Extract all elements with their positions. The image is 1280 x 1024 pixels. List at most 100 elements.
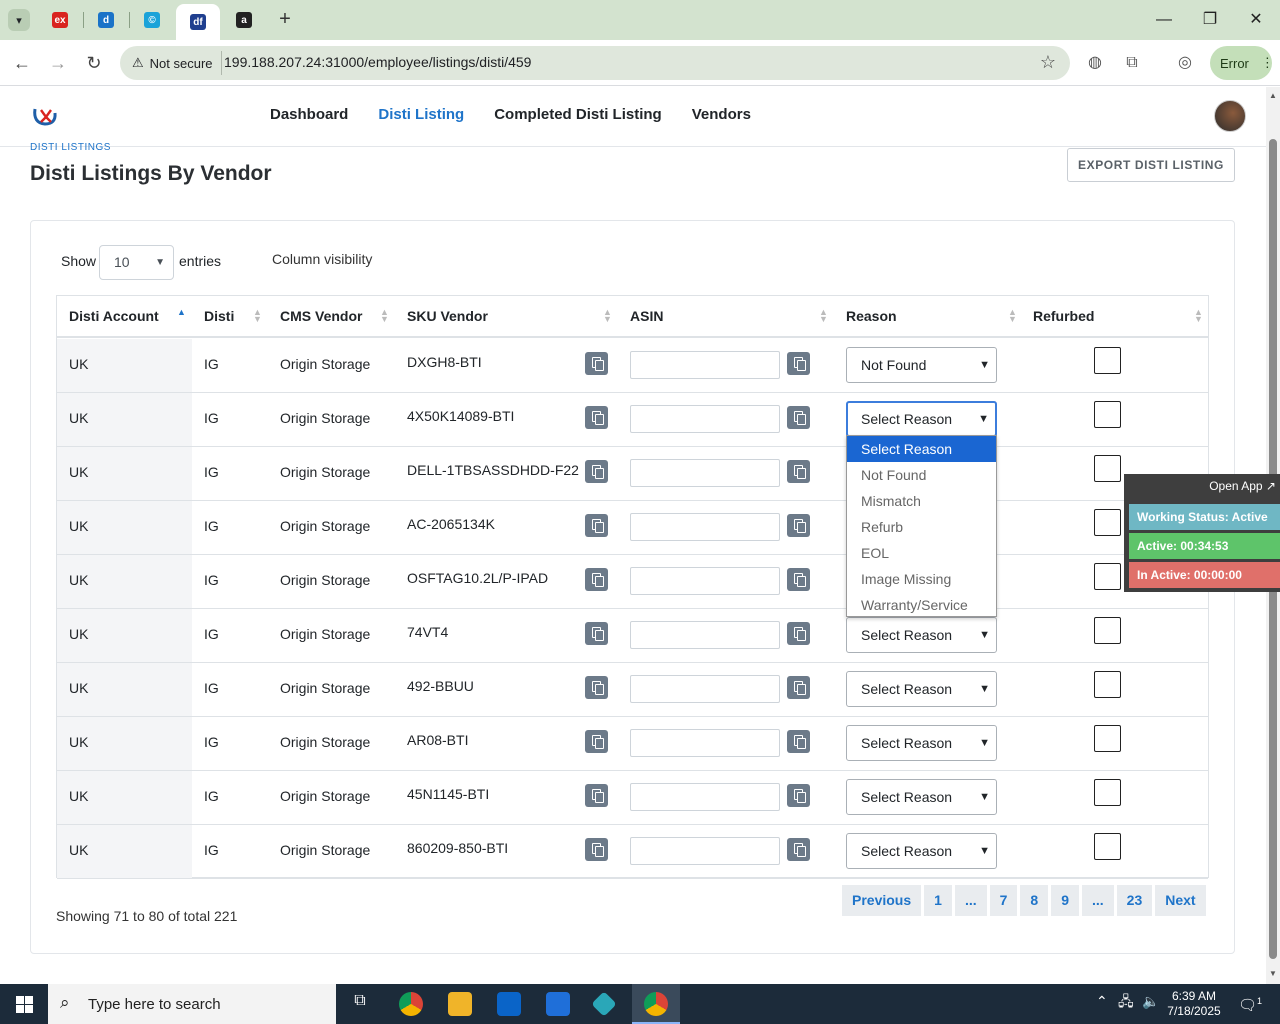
tray-chevron-icon[interactable]: ⌃ <box>1096 994 1108 1009</box>
scroll-down-icon[interactable]: ▼ <box>1269 969 1277 978</box>
browser-tab[interactable]: ex <box>38 6 82 34</box>
page-23-button[interactable]: 23 <box>1116 885 1153 916</box>
page-9-button[interactable]: 9 <box>1051 885 1079 916</box>
copy-asin-icon[interactable] <box>787 514 810 537</box>
not-secure-indicator[interactable]: ⚠ Not secure <box>128 51 222 75</box>
reason-option[interactable]: Not Found <box>847 462 996 488</box>
sort-icon[interactable]: ▲ ▼ <box>253 308 262 324</box>
error-button[interactable]: Error ⋮ <box>1210 46 1274 80</box>
copy-asin-icon[interactable] <box>787 406 810 429</box>
reason-option[interactable]: EOL <box>847 540 996 566</box>
copy-asin-icon[interactable] <box>787 568 810 591</box>
sort-icon[interactable]: ▲ ▼ <box>1194 308 1203 324</box>
asin-input[interactable] <box>630 621 780 649</box>
reason-select[interactable]: Select Reason ▼ <box>846 725 997 761</box>
refurbed-checkbox[interactable] <box>1094 617 1121 644</box>
scroll-up-icon[interactable]: ▲ <box>1269 91 1277 100</box>
zoom-icon[interactable] <box>546 992 570 1016</box>
refurbed-checkbox[interactable] <box>1094 725 1121 752</box>
refurbed-checkbox[interactable] <box>1094 671 1121 698</box>
active-chrome-task[interactable] <box>632 984 680 1024</box>
minimize-icon[interactable]: — <box>1152 8 1176 32</box>
clock[interactable]: 6:39 AM 7/18/2025 <box>1166 989 1222 1019</box>
column-header-disti[interactable]: Disti <box>204 308 234 324</box>
avatar[interactable] <box>1214 100 1246 132</box>
url-text[interactable]: 199.188.207.24:31000/employee/listings/d… <box>224 54 531 70</box>
refurbed-checkbox[interactable] <box>1094 455 1121 482</box>
browser-tab[interactable]: © <box>130 6 174 34</box>
copy-sku-icon[interactable] <box>585 676 608 699</box>
copy-sku-icon[interactable] <box>585 352 608 375</box>
asin-input[interactable] <box>630 459 780 487</box>
copy-sku-icon[interactable] <box>585 622 608 645</box>
copy-asin-icon[interactable] <box>787 730 810 753</box>
back-icon[interactable]: ← <box>10 51 34 75</box>
reason-select[interactable]: Select Reason ▼ <box>846 833 997 869</box>
reason-select[interactable]: Not Found ▼ <box>846 347 997 383</box>
asin-input[interactable] <box>630 513 780 541</box>
taskbar-search-input[interactable]: ⌕ Type here to search <box>48 984 336 1024</box>
column-header-asin[interactable]: ASIN <box>630 308 663 324</box>
reason-select[interactable]: Select Reason ▼ <box>846 617 997 653</box>
asin-input[interactable] <box>630 783 780 811</box>
column-header-reason[interactable]: Reason <box>846 308 897 324</box>
reason-option[interactable]: Image Missing <box>847 566 996 592</box>
sort-icon[interactable]: ▲ ▼ <box>819 308 828 324</box>
close-window-icon[interactable]: ✕ <box>1244 8 1268 32</box>
bookmark-star-icon[interactable]: ☆ <box>1040 52 1056 73</box>
browser-tab[interactable]: d <box>84 6 128 34</box>
refurbed-checkbox[interactable] <box>1094 347 1121 374</box>
outlook-icon[interactable] <box>497 992 521 1016</box>
reason-select[interactable]: Select Reason ▼ <box>846 779 997 815</box>
reason-option[interactable]: Refurb <box>847 514 996 540</box>
browser-tab[interactable]: a <box>222 6 266 34</box>
nav-link-dashboard[interactable]: Dashboard <box>270 106 348 123</box>
open-app-link[interactable]: Open App ↗ <box>1209 479 1276 493</box>
copy-sku-icon[interactable] <box>585 460 608 483</box>
copy-sku-icon[interactable] <box>585 568 608 591</box>
new-tab-button[interactable]: + <box>274 9 296 31</box>
asin-input[interactable] <box>630 675 780 703</box>
app-icon[interactable] <box>591 991 617 1017</box>
notification-icon[interactable]: 🗨1 <box>1238 994 1262 1013</box>
column-visibility-button[interactable]: Column visibility <box>272 251 372 267</box>
copy-sku-icon[interactable] <box>585 514 608 537</box>
previous-page-button[interactable]: Previous <box>842 885 922 916</box>
sort-icon[interactable]: ▲ ▼ <box>603 308 612 324</box>
copy-asin-icon[interactable] <box>787 460 810 483</box>
asin-input[interactable] <box>630 837 780 865</box>
nav-link-disti-listing[interactable]: Disti Listing <box>378 106 464 123</box>
copy-asin-icon[interactable] <box>787 352 810 375</box>
chrome-icon[interactable] <box>399 992 423 1016</box>
extensions-icon[interactable]: ⧉ <box>1121 52 1143 74</box>
windows-start-icon[interactable] <box>16 996 33 1013</box>
translate-icon[interactable]: ◍ <box>1084 52 1106 74</box>
volume-icon[interactable]: 🔈 <box>1142 994 1159 1009</box>
restore-icon[interactable]: ❐ <box>1198 8 1222 32</box>
page-8-button[interactable]: 8 <box>1020 885 1049 916</box>
network-icon[interactable]: 🖧 <box>1118 994 1134 1009</box>
refurbed-checkbox[interactable] <box>1094 833 1121 860</box>
next-page-button[interactable]: Next <box>1155 885 1206 916</box>
asin-input[interactable] <box>630 351 780 379</box>
reload-icon[interactable]: ↻ <box>82 51 106 75</box>
column-header-sku-vendor[interactable]: SKU Vendor <box>407 308 488 324</box>
refurbed-checkbox[interactable] <box>1094 401 1121 428</box>
logo-icon[interactable] <box>32 105 58 127</box>
omnibox[interactable]: ⚠ Not secure 199.188.207.24:31000/employ… <box>120 46 1070 80</box>
breadcrumb[interactable]: DISTI LISTINGS <box>30 142 111 150</box>
nav-link-vendors[interactable]: Vendors <box>692 106 751 123</box>
refurbed-checkbox[interactable] <box>1094 563 1121 590</box>
copy-sku-icon[interactable] <box>585 730 608 753</box>
profile-icon[interactable]: ◎ <box>1174 52 1196 74</box>
column-header-disti-account[interactable]: Disti Account <box>69 308 159 324</box>
column-header-cms-vendor[interactable]: CMS Vendor <box>280 308 362 324</box>
copy-asin-icon[interactable] <box>787 838 810 861</box>
forward-icon[interactable]: → <box>46 51 70 75</box>
task-view-icon[interactable]: ⧉ <box>348 992 372 1016</box>
browser-tab[interactable]: df <box>176 4 220 40</box>
reason-select[interactable]: Select Reason ▼ <box>846 401 997 437</box>
asin-input[interactable] <box>630 405 780 433</box>
reason-select[interactable]: Select Reason ▼ <box>846 671 997 707</box>
copy-sku-icon[interactable] <box>585 784 608 807</box>
